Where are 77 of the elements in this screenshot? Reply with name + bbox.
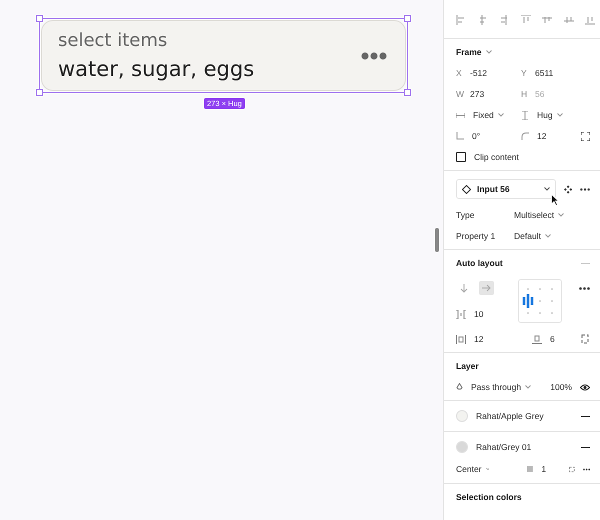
style-name[interactable]: Rahat/Apple Grey <box>476 411 544 421</box>
gap-icon <box>456 310 466 318</box>
alignment-grid[interactable] <box>518 279 562 323</box>
chevron-icon <box>558 213 564 217</box>
resize-handle[interactable] <box>404 15 411 22</box>
section-title: Selection colors <box>456 492 523 502</box>
align-icon[interactable] <box>542 15 552 25</box>
color-swatch[interactable] <box>456 441 468 453</box>
gap-field[interactable]: 10 <box>474 309 484 319</box>
chevron-icon <box>556 113 563 117</box>
more-icon[interactable] <box>579 287 590 290</box>
stroke-weight-field[interactable]: 1 <box>541 464 561 474</box>
field-label: X <box>456 68 462 78</box>
align-icon[interactable] <box>564 15 574 25</box>
stroke-sides-icon[interactable] <box>568 464 575 474</box>
align-icon[interactable] <box>585 15 595 25</box>
drop-icon <box>456 382 463 392</box>
field-label: Y <box>521 68 527 78</box>
chevron-icon <box>498 113 504 117</box>
align-icon[interactable] <box>456 15 466 25</box>
scrollbar[interactable] <box>435 228 439 252</box>
property-dropdown[interactable]: Multiselect <box>514 210 554 220</box>
resize-handle[interactable] <box>36 15 43 22</box>
section-title: Auto layout <box>456 258 503 268</box>
corners-icon[interactable] <box>581 132 590 140</box>
component-dropdown[interactable]: Input 56 <box>456 179 556 199</box>
resize-handle[interactable] <box>36 89 43 96</box>
blend-mode-dropdown[interactable]: Pass through <box>471 382 522 392</box>
chevron-icon <box>486 467 490 471</box>
section-title[interactable]: Frame <box>456 47 482 57</box>
checkbox-label: Clip content <box>474 152 519 162</box>
chevron-icon <box>544 234 551 238</box>
more-icon[interactable] <box>580 188 590 190</box>
field-label: W <box>456 89 462 99</box>
input-label: select items <box>58 30 168 51</box>
rotation-field[interactable]: 0° <box>472 131 480 141</box>
component-icon[interactable] <box>564 184 572 194</box>
corner-radius-icon <box>521 132 529 140</box>
chevron-icon <box>544 187 550 191</box>
section-title: Layer <box>456 361 480 371</box>
align-icon[interactable] <box>478 15 488 25</box>
style-name[interactable]: Rahat/Grey 01 <box>476 442 532 452</box>
rotation-icon <box>456 132 464 140</box>
eye-icon[interactable] <box>580 384 590 390</box>
spacing-icon <box>532 334 542 344</box>
width-icon <box>456 112 465 118</box>
chevron-icon <box>486 50 492 54</box>
align-icon[interactable] <box>499 15 509 25</box>
property-dropdown[interactable]: Default <box>514 231 541 241</box>
field-label: H <box>521 89 527 99</box>
number-field[interactable]: 273 <box>470 89 484 99</box>
opacity-field[interactable]: 100% <box>550 382 572 392</box>
padding-field[interactable]: 12 <box>474 334 524 344</box>
width-dropdown[interactable]: Fixed <box>473 110 494 120</box>
height-dropdown[interactable]: Hug <box>537 110 553 120</box>
number-field[interactable]: -512 <box>470 68 488 78</box>
chevron-icon <box>525 385 532 389</box>
property-label: Property 1 <box>456 231 496 241</box>
stroke-align-dropdown[interactable]: Center <box>456 464 482 474</box>
align-icon[interactable] <box>520 15 530 25</box>
resizing-icon[interactable] <box>580 334 590 344</box>
resize-handle[interactable] <box>404 89 411 96</box>
more-icon[interactable] <box>582 468 590 470</box>
spacing-field[interactable]: 6 <box>550 334 555 344</box>
stroke-weight-icon <box>527 465 534 473</box>
multiselect-input[interactable]: select items water, sugar, eggs <box>41 20 406 91</box>
color-swatch[interactable] <box>456 410 468 422</box>
diamond-icon <box>462 184 471 194</box>
number-field[interactable]: 6511 <box>535 68 554 78</box>
property-label: Type <box>456 210 476 220</box>
more-icon <box>361 52 387 60</box>
padding-icon <box>456 334 466 344</box>
checkbox[interactable] <box>456 152 466 162</box>
height-icon <box>521 110 529 120</box>
radius-field[interactable]: 12 <box>537 131 546 141</box>
input-value: water, sugar, eggs <box>58 57 256 81</box>
cursor-icon <box>551 194 559 206</box>
